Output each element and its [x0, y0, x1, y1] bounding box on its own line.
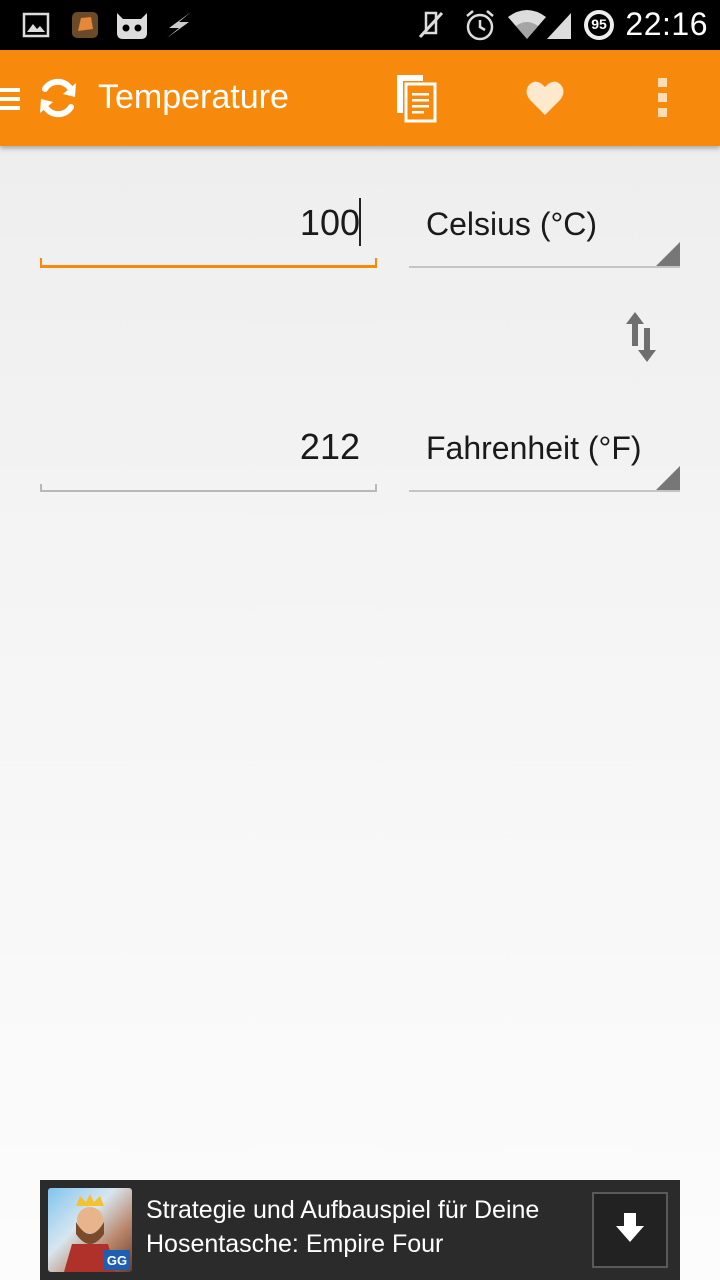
alarm-icon — [462, 8, 498, 42]
gallery-icon — [20, 8, 52, 42]
swap-button[interactable] — [615, 308, 667, 370]
from-unit-spinner[interactable]: Celsius (°C) — [409, 196, 680, 268]
ad-text: Strategie und Aufbauspiel für Deine Hose… — [146, 1193, 586, 1261]
ad-badge: GG — [107, 1253, 127, 1268]
cyanogen-icon — [112, 8, 152, 42]
dropdown-indicator-icon — [656, 242, 680, 266]
overflow-menu-icon[interactable] — [650, 76, 676, 120]
status-bar: 95 22:16 — [0, 0, 720, 50]
swap-icon — [623, 310, 659, 369]
favorite-icon[interactable] — [522, 76, 568, 120]
to-unit-spinner[interactable]: Fahrenheit (°F) — [409, 420, 680, 492]
battery-level: 95 — [591, 16, 607, 32]
signal-icon — [544, 8, 574, 42]
from-unit-label: Celsius (°C) — [426, 206, 598, 242]
ad-banner[interactable]: GG Strategie und Aufbauspiel für Deine H… — [40, 1180, 680, 1280]
copy-icon[interactable] — [392, 70, 440, 126]
from-value-text: 100 — [299, 202, 360, 243]
text-cursor — [359, 198, 361, 246]
dropdown-indicator-icon — [656, 466, 680, 490]
from-value-input[interactable]: 100 — [40, 196, 377, 268]
to-value-input[interactable]: 212 — [40, 420, 377, 492]
to-unit-label: Fahrenheit (°F) — [426, 430, 642, 466]
ad-text-line2: Hosentasche: Empire Four — [146, 1230, 444, 1258]
input-underline — [40, 258, 377, 268]
app-notification-icon — [68, 8, 102, 42]
page-title: Temperature — [98, 78, 289, 116]
download-icon — [612, 1210, 648, 1251]
ad-download-button[interactable] — [592, 1192, 668, 1268]
ad-text-line1: Strategie und Aufbauspiel für Deine — [146, 1196, 540, 1224]
wifi-icon — [506, 8, 548, 42]
menu-icon[interactable] — [0, 84, 22, 114]
clock: 22:16 — [625, 6, 708, 42]
refresh-icon[interactable] — [34, 74, 82, 122]
ad-app-thumbnail: GG — [48, 1188, 132, 1272]
input-underline — [40, 484, 377, 492]
to-value-text: 212 — [299, 426, 360, 467]
action-bar: Temperature — [0, 50, 720, 146]
mute-icon — [414, 8, 448, 42]
flash-icon — [164, 8, 194, 42]
